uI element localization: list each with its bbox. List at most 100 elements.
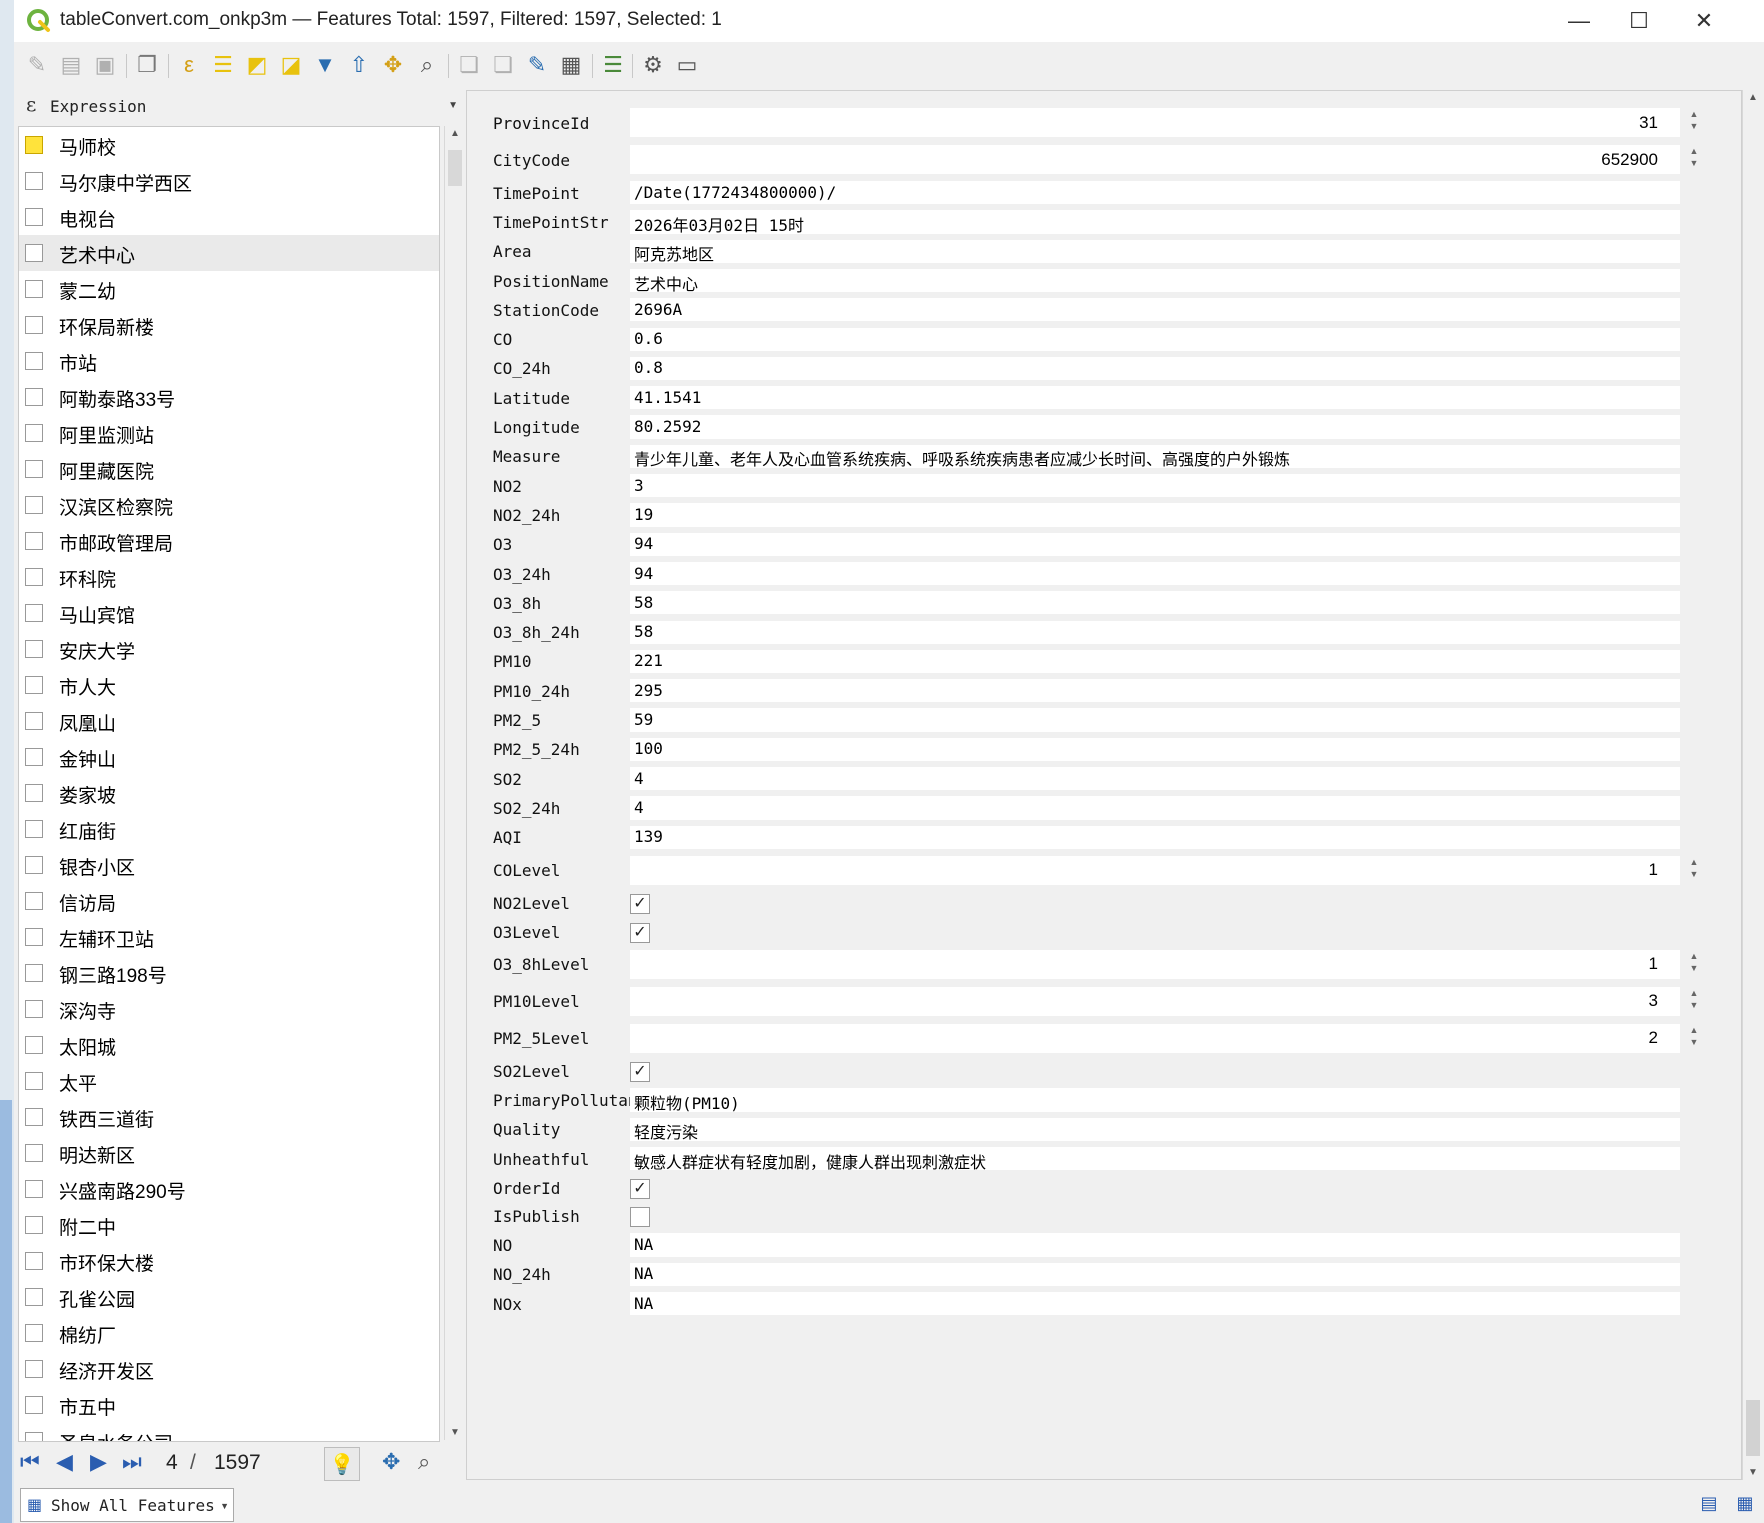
- list-item[interactable]: 银杏小区: [19, 847, 439, 883]
- scroll-down-icon[interactable]: ▼: [1743, 1467, 1763, 1478]
- selection-checkbox[interactable]: [25, 388, 43, 406]
- scroll-up-icon[interactable]: ▲: [1743, 92, 1763, 103]
- feature-list[interactable]: 马师校 马尔康中学西区 电视台 艺术中心 蒙二幼 环保局新楼 市站 阿勒泰路33号 阿里监测站阿…: [18, 126, 440, 1442]
- field-input[interactable]: 295: [630, 679, 1680, 703]
- field-input[interactable]: 阿克苏地区: [630, 239, 1680, 263]
- selection-checkbox[interactable]: [25, 280, 43, 298]
- selection-checkbox[interactable]: [25, 172, 43, 190]
- select-all-icon[interactable]: ☰: [208, 50, 238, 80]
- next-feature-icon[interactable]: ▶: [90, 1449, 107, 1475]
- feature-list-scrollbar[interactable]: ▲ ▼: [444, 126, 465, 1440]
- field-checkbox[interactable]: ✓: [630, 922, 650, 943]
- selection-checkbox[interactable]: [25, 532, 43, 550]
- list-item[interactable]: 经济开发区: [19, 1351, 439, 1387]
- field-input[interactable]: 59: [630, 708, 1680, 732]
- list-item[interactable]: 左辅环卫站: [19, 919, 439, 955]
- field-input[interactable]: 94: [630, 561, 1680, 586]
- scrollbar-thumb[interactable]: [1746, 1400, 1760, 1456]
- field-input[interactable]: 41.1541: [630, 386, 1680, 410]
- list-item[interactable]: 深沟寺: [19, 991, 439, 1027]
- spinbox-arrows-icon[interactable]: ▲ ▼: [1686, 950, 1702, 974]
- invert-selection-icon[interactable]: ◩: [242, 50, 272, 80]
- last-feature-icon[interactable]: ⏭: [122, 1449, 142, 1475]
- close-button[interactable]: ✕: [1669, 0, 1739, 42]
- multi-edit-icon[interactable]: ▤: [56, 50, 86, 80]
- selection-checkbox[interactable]: [25, 1324, 43, 1342]
- selection-checkbox[interactable]: [25, 1396, 43, 1414]
- selection-checkbox[interactable]: [25, 460, 43, 478]
- list-item[interactable]: 钢三路198号: [19, 955, 439, 991]
- list-item[interactable]: 市环保大楼: [19, 1243, 439, 1279]
- field-input[interactable]: NA: [630, 1291, 1680, 1316]
- selection-checkbox[interactable]: [25, 1432, 43, 1441]
- filter-icon[interactable]: ▼: [310, 50, 340, 80]
- list-item[interactable]: 汉滨区检察院: [19, 487, 439, 523]
- list-item[interactable]: 马山宾馆: [19, 595, 439, 631]
- list-item[interactable]: 阿里藏医院: [19, 451, 439, 487]
- field-input[interactable]: 4: [630, 767, 1680, 791]
- spinbox-input[interactable]: 31 ▲ ▼: [630, 108, 1698, 137]
- select-by-expression-icon[interactable]: ε: [174, 50, 204, 80]
- selection-checkbox[interactable]: [25, 964, 43, 982]
- list-item[interactable]: 市站: [19, 343, 439, 379]
- field-input[interactable]: 58: [630, 620, 1680, 644]
- selection-checkbox[interactable]: [25, 820, 43, 838]
- list-item[interactable]: 太阳城: [19, 1027, 439, 1063]
- list-item[interactable]: 娄家坡: [19, 775, 439, 811]
- list-item[interactable]: 马师校: [19, 127, 439, 163]
- spinbox-input[interactable]: 1 ▲ ▼: [630, 949, 1698, 979]
- field-input[interactable]: NA: [630, 1233, 1680, 1257]
- zoom-to-feature-icon[interactable]: ⌕: [418, 1449, 430, 1475]
- selection-checkbox[interactable]: [25, 676, 43, 694]
- spinbox-arrows-icon[interactable]: ▲ ▼: [1686, 987, 1702, 1011]
- list-item[interactable]: 太平: [19, 1063, 439, 1099]
- field-input[interactable]: 0.8: [630, 356, 1680, 381]
- selection-checkbox[interactable]: [25, 1252, 43, 1270]
- paste-features-icon[interactable]: ❏: [488, 50, 518, 80]
- field-input[interactable]: 3: [630, 474, 1680, 498]
- list-item[interactable]: 电视台: [19, 199, 439, 235]
- list-item[interactable]: 兴盛南路290号: [19, 1171, 439, 1207]
- list-item[interactable]: 信访局: [19, 883, 439, 919]
- selection-checkbox[interactable]: [25, 1180, 43, 1198]
- selection-checkbox[interactable]: [25, 712, 43, 730]
- list-item[interactable]: 附二中: [19, 1207, 439, 1243]
- reload-icon[interactable]: ❐: [132, 50, 162, 80]
- list-item[interactable]: 艺术中心: [19, 235, 439, 271]
- selection-checkbox[interactable]: [25, 244, 43, 262]
- field-input[interactable]: 0.6: [630, 327, 1680, 351]
- field-input[interactable]: 颗粒物(PM10): [630, 1088, 1680, 1112]
- list-item[interactable]: 市邮政管理局: [19, 523, 439, 559]
- list-item[interactable]: 凤凰山: [19, 703, 439, 739]
- list-item[interactable]: 铁西三道街: [19, 1099, 439, 1135]
- move-selection-to-top-icon[interactable]: ⇧: [344, 50, 374, 80]
- selection-checkbox[interactable]: [25, 1216, 43, 1234]
- maximize-button[interactable]: ☐: [1604, 0, 1674, 42]
- spinbox-input[interactable]: 3 ▲ ▼: [630, 986, 1698, 1016]
- selection-checkbox[interactable]: [25, 568, 43, 586]
- field-input[interactable]: 2026年03月02日 15时: [630, 210, 1680, 234]
- toggle-edit-icon[interactable]: ✎: [22, 50, 52, 80]
- list-item[interactable]: 环保局新楼: [19, 307, 439, 343]
- pan-to-feature-icon[interactable]: ✥: [382, 1449, 400, 1475]
- selection-checkbox[interactable]: [25, 1144, 43, 1162]
- selection-checkbox[interactable]: [25, 928, 43, 946]
- field-input[interactable]: 58: [630, 591, 1680, 615]
- selection-checkbox[interactable]: [25, 856, 43, 874]
- scroll-down-icon[interactable]: ▼: [445, 1427, 465, 1438]
- spinbox-input[interactable]: 2 ▲ ▼: [630, 1023, 1698, 1053]
- list-item[interactable]: 蒙二幼: [19, 271, 439, 307]
- first-feature-icon[interactable]: ⏮: [20, 1449, 40, 1475]
- field-checkbox[interactable]: ✓: [630, 1062, 650, 1083]
- selection-checkbox[interactable]: [25, 1000, 43, 1018]
- selection-checkbox[interactable]: [25, 136, 43, 154]
- list-item[interactable]: 阿里监测站: [19, 415, 439, 451]
- list-item[interactable]: 孔雀公园: [19, 1279, 439, 1315]
- field-input[interactable]: 艺术中心: [630, 268, 1680, 293]
- actions-icon[interactable]: ⚙: [638, 50, 668, 80]
- spinbox-arrows-icon[interactable]: ▲ ▼: [1686, 856, 1702, 880]
- field-input[interactable]: 221: [630, 649, 1680, 674]
- list-item[interactable]: 红庙街: [19, 811, 439, 847]
- spinbox-arrows-icon[interactable]: ▲ ▼: [1686, 145, 1702, 169]
- field-checkbox[interactable]: [630, 1207, 650, 1228]
